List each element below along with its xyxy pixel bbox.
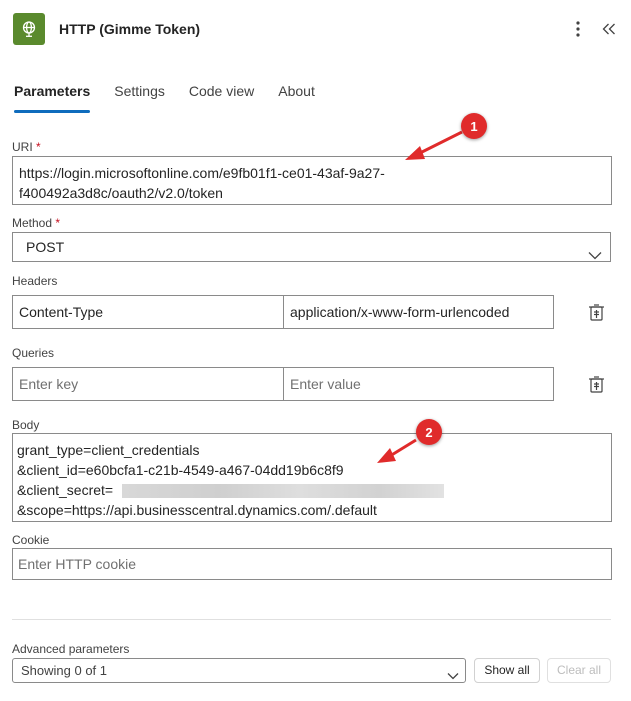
required-mark: * [55,216,61,230]
redacted-secret [122,484,444,498]
tab-settings[interactable]: Settings [114,83,165,115]
advanced-selected-value: Showing 0 of 1 [21,663,108,678]
uri-label-text: URI [12,140,33,154]
divider [12,619,611,620]
headers-label: Headers [12,274,58,288]
show-all-button[interactable]: Show all [474,658,540,683]
tab-code-view[interactable]: Code view [189,83,254,115]
header-value-input[interactable]: application/x-www-form-urlencoded [283,295,554,329]
query-key-input[interactable]: Enter key [12,367,284,401]
globe-icon [13,13,45,45]
callout-badge-1: 1 [461,113,487,139]
advanced-parameters-select[interactable]: Showing 0 of 1 [12,658,466,683]
body-textarea[interactable]: grant_type=client_credentials &client_id… [12,433,612,522]
body-label: Body [12,418,40,432]
method-select[interactable]: POST [12,232,611,262]
tab-parameters[interactable]: Parameters [14,83,91,115]
delete-row-icon[interactable] [586,374,606,394]
uri-label: URI * [12,140,41,154]
chevron-down-icon [447,664,459,687]
tab-about[interactable]: About [278,83,315,115]
uri-line-2: f400492a3d8c/oauth2/v2.0/token [19,185,223,201]
tab-bar: Parameters Settings Code view About [14,83,339,115]
panel-header: HTTP (Gimme Token) [0,0,631,60]
callout-badge-2: 2 [416,419,442,445]
body-line-4: &scope=https://api.businesscentral.dynam… [17,502,377,518]
uri-input[interactable]: https://login.microsoftonline.com/e9fb01… [12,156,612,205]
cookie-label: Cookie [12,533,50,547]
method-label-text: Method [12,216,53,230]
arrow-1-shaft [417,130,463,156]
more-vertical-icon[interactable] [567,17,589,41]
clear-all-button[interactable]: Clear all [547,658,611,683]
header-key-input[interactable]: Content-Type [12,295,284,329]
double-chevron-left-icon[interactable] [598,17,620,41]
queries-label: Queries [12,346,55,360]
delete-row-icon[interactable] [586,302,606,322]
body-line-2: &client_id=e60bcfa1-c21b-4549-a467-04dd1… [17,462,344,478]
cookie-input[interactable]: Enter HTTP cookie [12,548,612,580]
panel-title: HTTP (Gimme Token) [59,21,201,37]
uri-line-1: https://login.microsoftonline.com/e9fb01… [19,165,385,181]
method-value: POST [26,239,65,255]
body-line-1: grant_type=client_credentials [17,442,200,458]
required-mark: * [36,140,41,154]
query-value-input[interactable]: Enter value [283,367,554,401]
method-label: Method * [12,216,60,230]
advanced-parameters-label: Advanced parameters [12,642,130,656]
chevron-down-icon [588,241,602,269]
